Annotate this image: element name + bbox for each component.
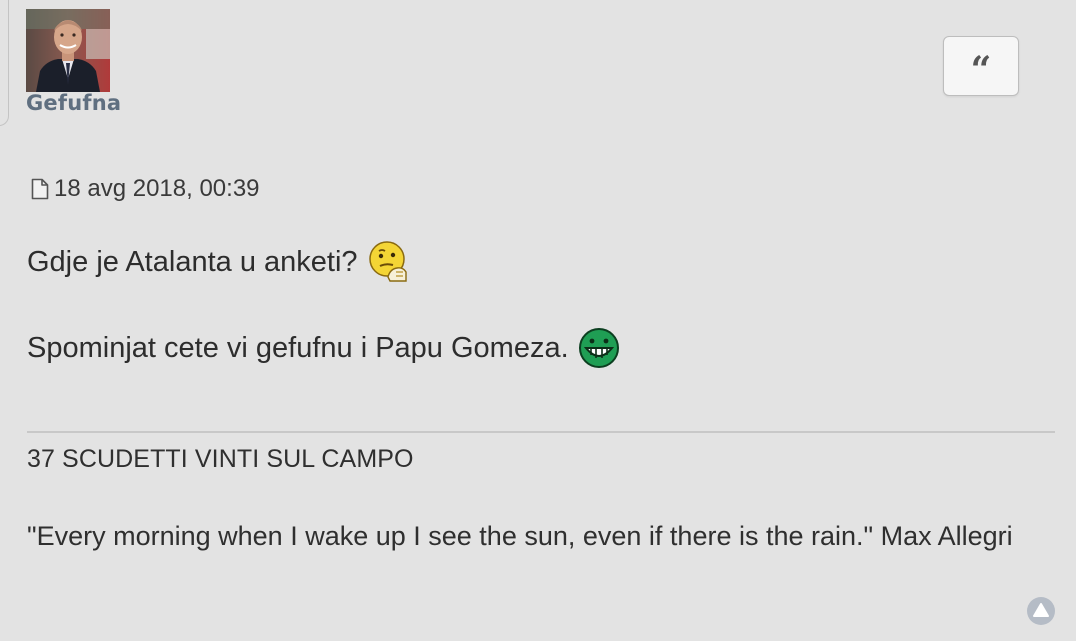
signature-title: 37 SCUDETTI VINTI SUL CAMPO bbox=[27, 445, 414, 473]
post-text: Gdje je Atalanta u anketi? bbox=[27, 245, 358, 278]
signature: 37 SCUDETTI VINTI SUL CAMPO "Every morni… bbox=[27, 442, 1047, 554]
username-link[interactable]: Gefufna bbox=[26, 91, 121, 115]
signature-divider bbox=[27, 431, 1055, 433]
thinking-smiley-icon bbox=[366, 239, 412, 285]
post-body: Gdje je Atalanta u anketi? Spominjat cet… bbox=[27, 238, 621, 372]
back-to-top-icon[interactable] bbox=[1026, 596, 1056, 626]
post-line: Gdje je Atalanta u anketi? bbox=[27, 238, 621, 286]
signature-quote: "Every morning when I wake up I see the … bbox=[27, 521, 1013, 551]
quote-icon: “ bbox=[970, 49, 992, 91]
avatar[interactable] bbox=[26, 9, 110, 92]
profile-panel-border bbox=[0, 0, 9, 126]
post-icon bbox=[31, 178, 49, 200]
post-text: Spominjat cete vi gefufnu i Papu Gomeza. bbox=[27, 331, 569, 364]
post-meta: 18 avg 2018, 00:39 bbox=[31, 175, 260, 203]
post-line: Spominjat cete vi gefufnu i Papu Gomeza. bbox=[27, 324, 621, 372]
quote-button[interactable]: “ bbox=[943, 36, 1019, 96]
grin-smiley-icon bbox=[577, 326, 621, 370]
forum-post: Gefufna “ 18 avg 2018, 00:39 Gdje je Ata… bbox=[0, 0, 1076, 641]
post-timestamp[interactable]: 18 avg 2018, 00:39 bbox=[54, 175, 260, 203]
